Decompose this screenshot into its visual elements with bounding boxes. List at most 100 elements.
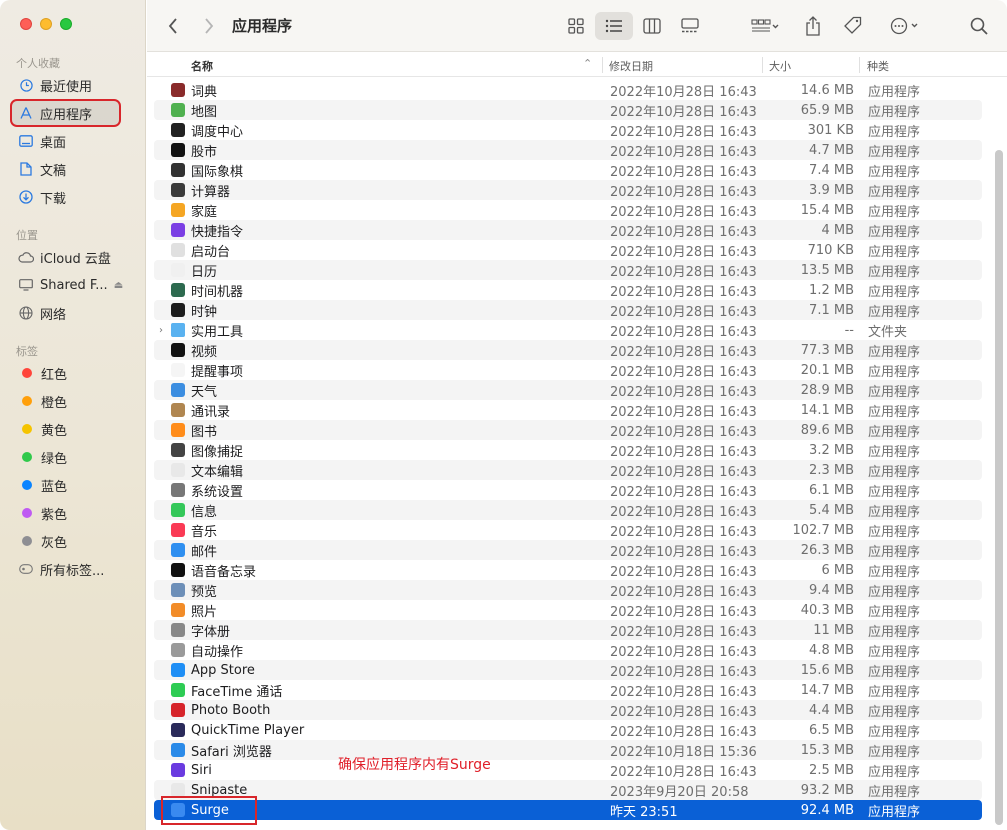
file-date: 2022年10月28日 16:43 xyxy=(610,424,757,440)
minimize-button[interactable] xyxy=(40,18,52,30)
back-button[interactable] xyxy=(159,12,187,40)
tag-dot-icon xyxy=(22,508,32,518)
window-title: 应用程序 xyxy=(232,17,293,35)
disclosure-triangle-icon[interactable]: › xyxy=(159,325,163,336)
app-icon xyxy=(171,83,185,97)
forward-button[interactable] xyxy=(195,12,223,40)
file-size: 20.1 MB xyxy=(800,362,854,378)
file-name: Photo Booth xyxy=(191,702,271,718)
sidebar-tag-orange[interactable]: 橙色 xyxy=(12,389,134,413)
search-button[interactable] xyxy=(965,12,993,40)
sort-chevron-icon[interactable]: ⌃ xyxy=(583,57,592,70)
sidebar-tag-yellow[interactable]: 黄色 xyxy=(12,417,134,441)
table-row[interactable]: Photo Booth 2022年10月28日 16:43 4.4 MB 应用程序 xyxy=(154,700,982,720)
table-row[interactable]: 快捷指令 2022年10月28日 16:43 4 MB 应用程序 xyxy=(154,220,982,240)
close-button[interactable] xyxy=(20,18,32,30)
table-row[interactable]: QuickTime Player 2022年10月28日 16:43 6.5 MB 应… xyxy=(154,720,982,740)
list-view-button[interactable] xyxy=(595,12,633,40)
sidebar-item-label: 橙色 xyxy=(41,395,68,411)
column-view-button[interactable] xyxy=(633,12,671,40)
table-row[interactable]: 预览 2022年10月28日 16:43 9.4 MB 应用程序 xyxy=(154,580,982,600)
table-row[interactable]: 时钟 2022年10月28日 16:43 7.1 MB 应用程序 xyxy=(154,300,982,320)
sidebar-item-shared[interactable]: Shared F... ⏏ xyxy=(12,273,134,297)
table-row[interactable]: › 实用工具 2022年10月28日 16:43 -- 文件夹 xyxy=(154,320,982,340)
table-row[interactable]: 提醒事项 2022年10月28日 16:43 20.1 MB 应用程序 xyxy=(154,360,982,380)
column-name-header[interactable]: 名称 xyxy=(191,58,213,74)
file-size: 710 KB xyxy=(807,242,854,258)
sidebar-all-tags[interactable]: 所有标签... xyxy=(12,557,134,581)
vertical-scrollbar[interactable] xyxy=(995,150,1003,825)
file-kind: 应用程序 xyxy=(868,564,921,580)
sidebar-tag-blue[interactable]: 蓝色 xyxy=(12,473,134,497)
sidebar-item-label: iCloud 云盘 xyxy=(40,251,111,267)
file-name: 图像捕捉 xyxy=(191,444,244,460)
zoom-button[interactable] xyxy=(60,18,72,30)
sidebar-tag-purple[interactable]: 紫色 xyxy=(12,501,134,525)
file-kind: 应用程序 xyxy=(868,764,921,780)
table-row[interactable]: 图书 2022年10月28日 16:43 89.6 MB 应用程序 xyxy=(154,420,982,440)
table-row[interactable]: 照片 2022年10月28日 16:43 40.3 MB 应用程序 xyxy=(154,600,982,620)
icon-view-button[interactable] xyxy=(557,12,595,40)
table-row[interactable]: 文本编辑 2022年10月28日 16:43 2.3 MB 应用程序 xyxy=(154,460,982,480)
column-kind-header[interactable]: 种类 xyxy=(867,58,889,74)
table-row[interactable]: 时间机器 2022年10月28日 16:43 1.2 MB 应用程序 xyxy=(154,280,982,300)
more-actions-button[interactable] xyxy=(885,12,925,40)
sidebar-tag-red[interactable]: 红色 xyxy=(12,361,134,385)
sidebar-item-network[interactable]: 网络 xyxy=(12,301,134,325)
table-row[interactable]: 国际象棋 2022年10月28日 16:43 7.4 MB 应用程序 xyxy=(154,160,982,180)
table-row[interactable]: 音乐 2022年10月28日 16:43 102.7 MB 应用程序 xyxy=(154,520,982,540)
table-row[interactable]: 启动台 2022年10月28日 16:43 710 KB 应用程序 xyxy=(154,240,982,260)
table-row[interactable]: 视频 2022年10月28日 16:43 77.3 MB 应用程序 xyxy=(154,340,982,360)
sidebar-item-recents[interactable]: 最近使用 xyxy=(12,73,134,97)
app-icon xyxy=(171,103,185,117)
table-row[interactable]: 系统设置 2022年10月28日 16:43 6.1 MB 应用程序 xyxy=(154,480,982,500)
sidebar-item-downloads[interactable]: 下载 xyxy=(12,185,134,209)
table-row[interactable]: 邮件 2022年10月28日 16:43 26.3 MB 应用程序 xyxy=(154,540,982,560)
file-date: 2022年10月28日 16:43 xyxy=(610,484,757,500)
tag-icon xyxy=(844,16,862,34)
eject-icon[interactable]: ⏏ xyxy=(114,280,123,291)
group-button[interactable] xyxy=(745,12,785,40)
sidebar-item-label: 文稿 xyxy=(40,163,67,179)
table-row[interactable]: Siri 2022年10月28日 16:43 2.5 MB 应用程序 xyxy=(154,760,982,780)
table-row[interactable]: 日历 2022年10月28日 16:43 13.5 MB 应用程序 xyxy=(154,260,982,280)
table-row[interactable]: 语音备忘录 2022年10月28日 16:43 6 MB 应用程序 xyxy=(154,560,982,580)
table-row[interactable]: 信息 2022年10月28日 16:43 5.4 MB 应用程序 xyxy=(154,500,982,520)
sidebar-tag-green[interactable]: 绿色 xyxy=(12,445,134,469)
file-kind: 应用程序 xyxy=(868,504,921,520)
table-row[interactable]: 字体册 2022年10月28日 16:43 11 MB 应用程序 xyxy=(154,620,982,640)
table-row[interactable]: 计算器 2022年10月28日 16:43 3.9 MB 应用程序 xyxy=(154,180,982,200)
table-row[interactable]: 天气 2022年10月28日 16:43 28.9 MB 应用程序 xyxy=(154,380,982,400)
app-icon xyxy=(171,463,185,477)
file-kind: 应用程序 xyxy=(868,124,921,140)
table-row[interactable]: Safari 浏览器 2022年10月18日 15:36 15.3 MB 应用程序 xyxy=(154,740,982,760)
table-row[interactable]: 自动操作 2022年10月28日 16:43 4.8 MB 应用程序 xyxy=(154,640,982,660)
sidebar-item-applications[interactable]: 应用程序 xyxy=(10,99,121,127)
column-size-header[interactable]: 大小 xyxy=(769,58,791,74)
table-row[interactable]: 调度中心 2022年10月28日 16:43 301 KB 应用程序 xyxy=(154,120,982,140)
table-row[interactable]: Snipaste 2023年9月20日 20:58 93.2 MB 应用程序 xyxy=(154,780,982,800)
file-name: 天气 xyxy=(191,384,218,400)
table-row[interactable]: 图像捕捉 2022年10月28日 16:43 3.2 MB 应用程序 xyxy=(154,440,982,460)
table-row[interactable]: FaceTime 通话 2022年10月28日 16:43 14.7 MB 应用程序 xyxy=(154,680,982,700)
tag-button[interactable] xyxy=(839,12,867,40)
sidebar-tag-gray[interactable]: 灰色 xyxy=(12,529,134,553)
table-row[interactable]: 地图 2022年10月28日 16:43 65.9 MB 应用程序 xyxy=(154,100,982,120)
share-button[interactable] xyxy=(799,12,827,40)
file-kind: 应用程序 xyxy=(868,484,921,500)
table-row[interactable]: Surge 昨天 23:51 92.4 MB 应用程序 xyxy=(154,800,982,820)
file-name: 通讯录 xyxy=(191,404,231,420)
gallery-view-button[interactable] xyxy=(671,12,709,40)
file-size: 3.9 MB xyxy=(809,182,854,198)
file-date: 2022年10月28日 16:43 xyxy=(610,564,757,580)
column-date-header[interactable]: 修改日期 xyxy=(609,58,653,74)
sidebar-item-documents[interactable]: 文稿 xyxy=(12,157,134,181)
file-size: 13.5 MB xyxy=(800,262,854,278)
table-row[interactable]: 通讯录 2022年10月28日 16:43 14.1 MB 应用程序 xyxy=(154,400,982,420)
table-row[interactable]: 词典 2022年10月28日 16:43 14.6 MB 应用程序 xyxy=(154,80,982,100)
table-row[interactable]: 家庭 2022年10月28日 16:43 15.4 MB 应用程序 xyxy=(154,200,982,220)
sidebar-item-desktop[interactable]: 桌面 xyxy=(12,129,134,153)
table-row[interactable]: App Store 2022年10月28日 16:43 15.6 MB 应用程序 xyxy=(154,660,982,680)
sidebar-item-icloud[interactable]: iCloud 云盘 xyxy=(12,245,134,269)
table-row[interactable]: 股市 2022年10月28日 16:43 4.7 MB 应用程序 xyxy=(154,140,982,160)
